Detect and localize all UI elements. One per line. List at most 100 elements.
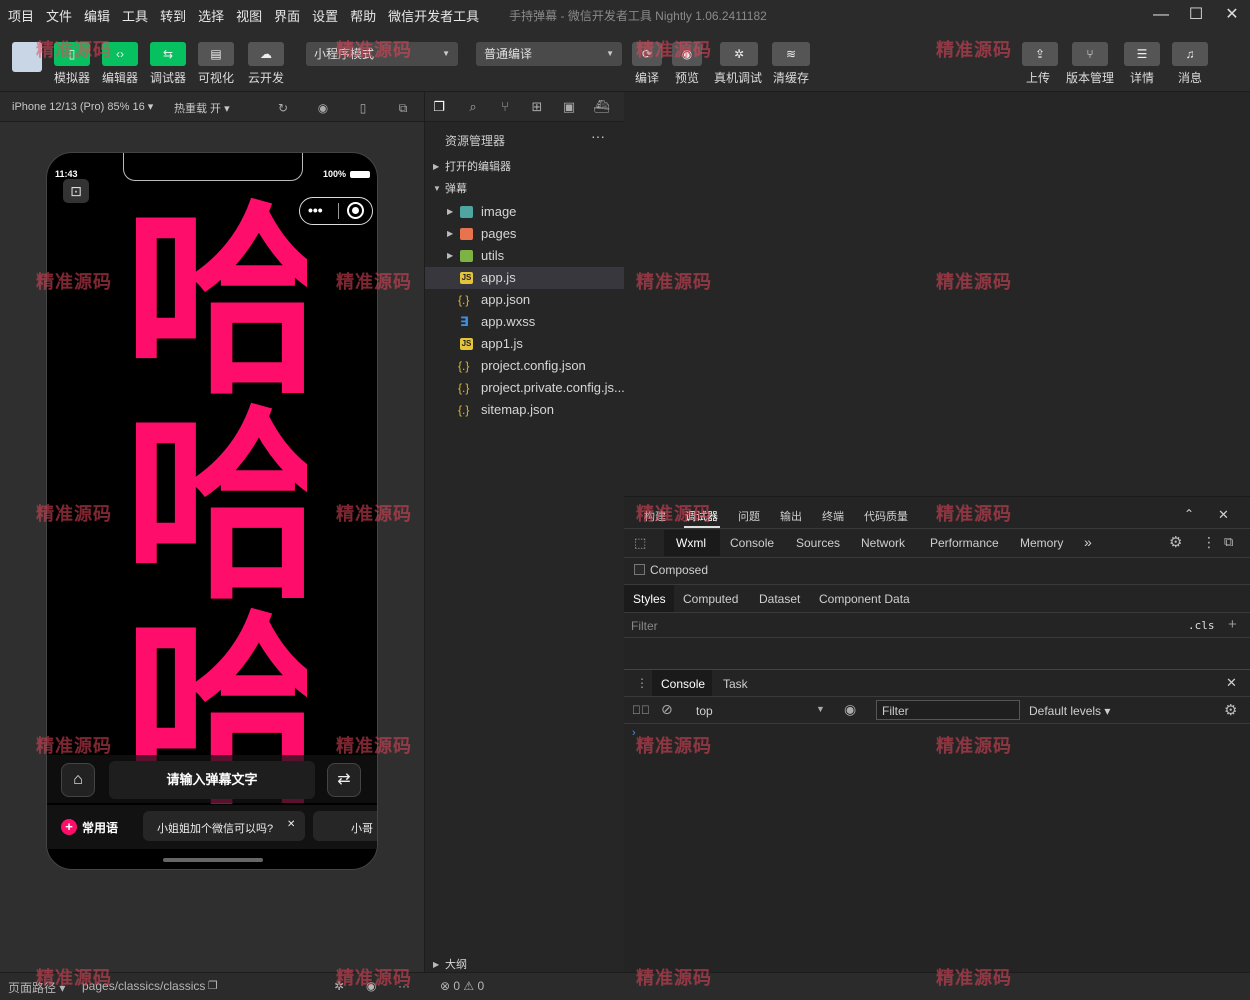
more-icon[interactable]: ••• xyxy=(308,201,323,219)
gear-icon[interactable]: ⚙ xyxy=(1169,533,1182,551)
mode-select[interactable]: 小程序模式 ▼ xyxy=(306,42,458,66)
menu-project[interactable]: 项目 xyxy=(4,6,38,25)
danmaku-input[interactable]: 请输入弹幕文字 xyxy=(109,761,315,799)
debugger-button[interactable]: ⇆ xyxy=(150,42,186,66)
tree-item-app1-js[interactable]: JS app1.js xyxy=(425,333,625,355)
tab-computed[interactable]: Computed xyxy=(683,592,738,606)
menu-edit[interactable]: 编辑 xyxy=(80,6,114,25)
menu-wechat-devtools[interactable]: 微信开发者工具 xyxy=(384,6,483,25)
drawer-tab-task[interactable]: Task xyxy=(723,677,748,691)
more-tabs-icon[interactable]: » xyxy=(1084,534,1092,550)
tab-performance[interactable]: Performance xyxy=(930,536,999,550)
switch-icon[interactable]: ⇄ xyxy=(327,763,361,797)
git-icon[interactable]: ⑂ xyxy=(497,99,513,115)
tree-item-project-private-config[interactable]: {.} project.private.config.js... xyxy=(425,377,625,399)
phone-frame-icon[interactable]: ▯ xyxy=(356,101,370,115)
context-select[interactable]: top xyxy=(696,704,713,718)
styles-filter-input[interactable]: Filter xyxy=(631,619,658,633)
tab-problems[interactable]: 问题 xyxy=(738,508,760,524)
tab-build[interactable]: 构建 xyxy=(644,508,666,524)
upload-button[interactable]: ⇪ xyxy=(1022,42,1058,66)
home-icon[interactable]: ⌂ xyxy=(61,763,95,797)
device-debug-button[interactable]: ✲ xyxy=(720,42,758,66)
kebab-icon[interactable]: ⋮ xyxy=(1202,534,1216,551)
close-drawer-icon[interactable]: ✕ xyxy=(1226,675,1237,691)
close-window-icon[interactable]: ✕ xyxy=(1221,5,1243,25)
rotate-icon[interactable]: ↻ xyxy=(276,101,290,115)
inspect-icon[interactable]: ⬚ xyxy=(634,535,646,551)
close-circle-icon[interactable] xyxy=(347,202,364,219)
tab-styles[interactable]: Styles xyxy=(633,592,666,606)
cloud-button[interactable]: ☁ xyxy=(248,42,284,66)
tab-sources[interactable]: Sources xyxy=(796,536,840,550)
add-icon[interactable]: + xyxy=(61,819,77,835)
compile-select[interactable]: 普通编译 ▼ xyxy=(476,42,622,66)
docker-icon[interactable]: ⛴ xyxy=(593,99,610,115)
error-count[interactable]: ⊗ 0 ⚠ 0 xyxy=(440,979,484,993)
prompt-icon[interactable]: › xyxy=(632,727,636,739)
drawer-menu-icon[interactable]: ⋮ xyxy=(636,676,648,690)
close-panel-icon[interactable]: ✕ xyxy=(1218,507,1229,523)
menu-tools[interactable]: 工具 xyxy=(118,6,152,25)
phrase-label[interactable]: 常用语 xyxy=(82,819,118,836)
menu-help[interactable]: 帮助 xyxy=(346,6,380,25)
tree-item-project-config[interactable]: {.} project.config.json xyxy=(425,355,625,377)
console-filter-input[interactable]: Filter xyxy=(876,700,1020,720)
preview-button[interactable]: ◉ xyxy=(672,42,702,66)
page-path-label[interactable]: 页面路径 ▾ xyxy=(8,979,65,996)
open-editors-section[interactable]: ▶ 打开的编辑器 xyxy=(425,156,625,178)
tree-item-app-wxss[interactable]: ∃ app.wxss xyxy=(425,311,625,333)
menu-view[interactable]: 视图 xyxy=(232,6,266,25)
tree-item-pages[interactable]: ▶ pages xyxy=(425,223,625,245)
eye-icon[interactable]: ◉ xyxy=(844,701,856,718)
tab-console[interactable]: Console xyxy=(730,536,774,550)
phrase-chip[interactable]: 小姐姐加个微信可以吗? ✕ xyxy=(143,811,305,841)
bug-icon[interactable]: ✲ xyxy=(334,979,344,993)
phrase-chip-2[interactable]: 小哥 xyxy=(313,811,377,841)
tab-memory[interactable]: Memory xyxy=(1020,536,1063,550)
files-icon[interactable]: ❐ xyxy=(431,99,447,115)
sidebar-toggle-icon[interactable]: ▶⃞ xyxy=(632,703,650,717)
tab-component-data[interactable]: Component Data xyxy=(819,592,910,606)
popout-icon[interactable]: ⧉ xyxy=(396,101,410,115)
menu-file[interactable]: 文件 xyxy=(42,6,76,25)
menu-ui[interactable]: 界面 xyxy=(270,6,304,25)
more-icon[interactable]: ··· xyxy=(398,979,410,993)
add-rule-icon[interactable]: + xyxy=(1228,616,1237,633)
eye-icon[interactable]: ◉ xyxy=(366,979,376,993)
storage-icon[interactable]: ▣ xyxy=(561,99,577,115)
avatar[interactable] xyxy=(12,42,42,72)
menu-goto[interactable]: 转到 xyxy=(156,6,190,25)
remove-chip-icon[interactable]: ✕ xyxy=(287,819,295,830)
simulator-button[interactable]: ▯ xyxy=(54,42,90,66)
tab-network[interactable]: Network xyxy=(861,536,905,550)
device-select[interactable]: iPhone 12/13 (Pro) 85% 16 ▾ xyxy=(12,100,153,113)
cls-button[interactable]: .cls xyxy=(1188,619,1215,632)
tab-code-quality[interactable]: 代码质量 xyxy=(864,508,908,524)
search-icon[interactable]: ⌕ xyxy=(465,99,481,115)
clear-console-icon[interactable]: ⊘ xyxy=(661,701,673,718)
tree-item-utils[interactable]: ▶ utils xyxy=(425,245,625,267)
messages-button[interactable]: ♫ xyxy=(1172,42,1208,66)
phone-screen[interactable]: 哈哈哈 11:43 100% ⊡ ••• ⌂ 请输入弹幕文字 ⇄ + 常用语 小… xyxy=(46,152,378,870)
hot-reload-select[interactable]: 热重载 开 ▾ xyxy=(174,100,230,116)
copy-icon[interactable]: ❐ xyxy=(208,979,218,992)
more-actions-icon[interactable]: ··· xyxy=(591,128,605,144)
tree-item-app-json[interactable]: {.} app.json xyxy=(425,289,625,311)
drawer-tab-console[interactable]: Console xyxy=(661,677,705,691)
dock-icon[interactable]: ⧉ xyxy=(1224,534,1233,550)
tab-dataset[interactable]: Dataset xyxy=(759,592,800,606)
project-root[interactable]: ▼ 弹幕 xyxy=(425,178,625,200)
menu-select[interactable]: 选择 xyxy=(194,6,228,25)
tree-item-image[interactable]: ▶ image xyxy=(425,201,625,223)
visual-button[interactable]: ▤ xyxy=(198,42,234,66)
console-settings-icon[interactable]: ⚙ xyxy=(1224,701,1237,719)
menu-settings[interactable]: 设置 xyxy=(308,6,342,25)
tab-output[interactable]: 输出 xyxy=(780,508,802,524)
composed-checkbox[interactable] xyxy=(634,564,645,575)
record-icon[interactable]: ◉ xyxy=(316,101,330,115)
minimize-icon[interactable]: — xyxy=(1150,5,1172,25)
maximize-icon[interactable]: ☐ xyxy=(1185,5,1207,25)
tab-terminal[interactable]: 终端 xyxy=(822,508,844,524)
tab-debugger[interactable]: 调试器 xyxy=(685,508,718,524)
